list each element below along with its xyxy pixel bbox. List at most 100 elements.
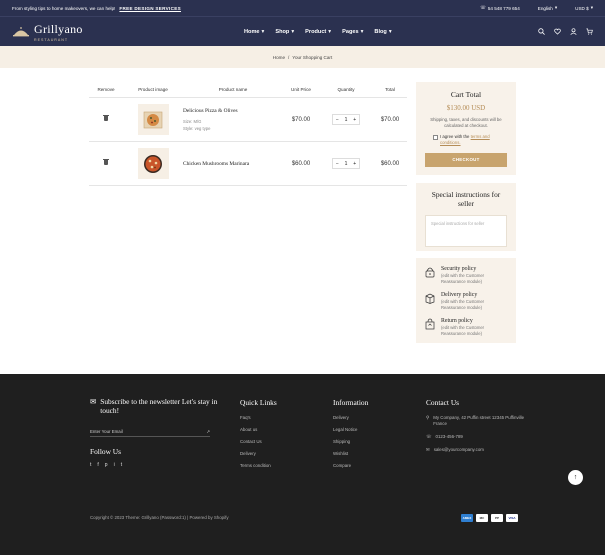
address-text: My Company, 42 Puffin street 12345 Puffi… <box>433 415 525 426</box>
policy-desc: (edit with the Customer Reassurance modu… <box>441 325 485 336</box>
information-section: Information Delivery Legal Notice Shippi… <box>333 398 368 475</box>
policy-title: Security policy <box>441 266 477 272</box>
nav-product-label: Product <box>305 29 327 35</box>
product-image[interactable] <box>137 104 169 135</box>
contact-title: Contact Us <box>426 398 460 407</box>
back-to-top-button[interactable]: ↑ <box>568 470 583 485</box>
quantity-stepper: − 1 + <box>332 114 360 125</box>
pizza-image <box>144 154 162 173</box>
currency-selector[interactable]: USD $ ▾ <box>575 5 593 11</box>
trash-icon[interactable] <box>103 114 109 121</box>
footer-link-about[interactable]: About us <box>240 427 277 432</box>
qty-value[interactable]: 1 <box>342 161 351 167</box>
contact-section: Contact Us ⚲ My Company, 42 Puffin street… <box>426 398 536 460</box>
email-text[interactable]: sales@yourcompany.com <box>434 447 484 453</box>
user-icon[interactable] <box>570 28 577 35</box>
contact-address: ⚲ My Company, 42 Puffin street 12345 Puff… <box>426 415 536 427</box>
product-name[interactable]: Delicious Pizza & Olives <box>183 108 283 114</box>
quantity-stepper: − 1 + <box>332 158 360 169</box>
twitter-icon[interactable]: t <box>90 462 91 468</box>
policy-item: Security policy (edit with the Customer … <box>425 266 507 285</box>
line-total: $60.00 <box>380 160 400 167</box>
qty-decrease-button[interactable]: − <box>333 117 342 123</box>
nav-pages[interactable]: Pages ▾ <box>342 29 363 35</box>
cart-total-amount: $130.00 USD <box>446 104 486 112</box>
header-total: Total <box>385 87 395 92</box>
terms-label: I agree with the <box>440 133 470 139</box>
paypal-icon: PP <box>491 514 503 522</box>
nav-shop[interactable]: Shop ▾ <box>275 29 294 35</box>
qty-value[interactable]: 1 <box>342 117 351 123</box>
instructions-box: Special instructions for seller Special … <box>416 183 516 251</box>
tumblr-icon[interactable]: t <box>121 462 122 468</box>
cart-icon[interactable] <box>586 28 593 35</box>
nav-product[interactable]: Product ▾ <box>305 29 331 35</box>
checkout-button[interactable]: CHECKOUT <box>425 152 507 167</box>
header-name: Product name <box>218 87 248 92</box>
cart-total-title: Cart Total <box>450 90 482 99</box>
instructions-title: Special instructions for seller <box>431 190 501 208</box>
chevron-down-icon: ▾ <box>590 5 593 10</box>
terms-checkbox[interactable] <box>433 134 438 140</box>
security-icon <box>425 267 435 278</box>
product-image[interactable] <box>137 148 169 179</box>
email-placeholder: Enter Your Email <box>90 429 123 435</box>
announcement-bar: From styling tips to home makeovers, we … <box>0 0 605 16</box>
footer-link-delivery-info[interactable]: Delivery <box>333 415 368 420</box>
delivery-icon <box>425 293 435 304</box>
nav-blog[interactable]: Blog ▾ <box>374 29 391 35</box>
qty-decrease-button[interactable]: − <box>333 161 342 167</box>
trash-icon[interactable] <box>103 158 109 165</box>
footer-link-shipping[interactable]: Shipping <box>333 439 368 444</box>
footer-link-compare[interactable]: Compare <box>333 463 368 468</box>
mastercard-icon: MC <box>476 514 488 522</box>
social-links: t f p i t <box>90 462 220 468</box>
instagram-icon[interactable]: i <box>114 462 115 468</box>
newsletter-email-input[interactable]: Enter Your Email ↗ <box>90 427 210 438</box>
phone-text[interactable]: 0123-456-789 <box>436 434 463 440</box>
footer-link-wishlist[interactable]: Wishlist <box>333 451 368 456</box>
language-selector[interactable]: English ▾ <box>538 5 557 11</box>
chevron-down-icon: ▾ <box>261 29 265 35</box>
product-name[interactable]: Chicken Mushrooms Marinara <box>183 161 283 167</box>
unit-price: $60.00 <box>291 160 311 167</box>
chevron-down-icon: ▾ <box>554 5 558 10</box>
cart-table: Remove Product image Product name Unit P… <box>89 82 407 186</box>
table-row: Chicken Mushrooms Marinara $60.00 − 1 + … <box>89 142 407 186</box>
location-icon: ⚲ <box>426 415 430 420</box>
breadcrumb-home[interactable]: Home <box>273 55 285 60</box>
announcement-text: From styling tips to home makeovers, we … <box>12 5 116 11</box>
chevron-down-icon: ▾ <box>360 29 364 35</box>
qty-increase-button[interactable]: + <box>350 117 359 123</box>
logo-subtitle: RESTAURANT <box>34 37 69 42</box>
qty-increase-button[interactable]: + <box>350 161 359 167</box>
free-design-link[interactable]: FREE DESIGN SERVICES <box>119 6 181 11</box>
heart-icon[interactable] <box>554 28 561 35</box>
visa-icon: VISA <box>506 514 518 522</box>
arrow-up-right-icon[interactable]: ↗ <box>206 429 210 435</box>
breadcrumb: Home / Your Shopping Cart <box>0 46 605 68</box>
search-icon[interactable] <box>538 28 545 35</box>
breadcrumb-separator: / <box>288 54 290 60</box>
nav-home[interactable]: Home ▾ <box>244 29 264 35</box>
footer-link-contact[interactable]: Contact Us <box>240 439 277 444</box>
footer-link-delivery[interactable]: Delivery <box>240 451 277 456</box>
nav-pages-label: Pages <box>342 29 359 35</box>
mail-icon: ✉ <box>90 397 97 406</box>
phone-number: 54 548 779 654 <box>487 5 520 11</box>
logo[interactable]: Grillyano RESTAURANT <box>12 22 83 42</box>
nav-home-label: Home <box>244 29 260 35</box>
footer-link-faqs[interactable]: Faq's <box>240 415 277 420</box>
cart-total-box: Cart Total $130.00 USD Shipping, taxes, … <box>416 82 516 175</box>
unit-price: $70.00 <box>291 116 311 123</box>
header-quantity: Quantity <box>337 87 355 92</box>
pinterest-icon[interactable]: p <box>105 462 108 468</box>
main-nav: Home ▾ Shop ▾ Product ▾ Pages ▾ Blog ▾ <box>244 17 392 47</box>
facebook-icon[interactable]: f <box>97 462 98 468</box>
instructions-textarea[interactable]: Special instructions for seller <box>425 215 507 248</box>
policies-box: Security policy (edit with the Customer … <box>416 258 516 343</box>
footer-link-legal[interactable]: Legal Notice <box>333 427 368 432</box>
footer-link-terms[interactable]: Terms condition <box>240 463 277 468</box>
breadcrumb-current: Your Shopping Cart <box>292 54 333 60</box>
newsletter-section: ✉ Subscribe to the newsletter Let's stay… <box>90 397 220 468</box>
